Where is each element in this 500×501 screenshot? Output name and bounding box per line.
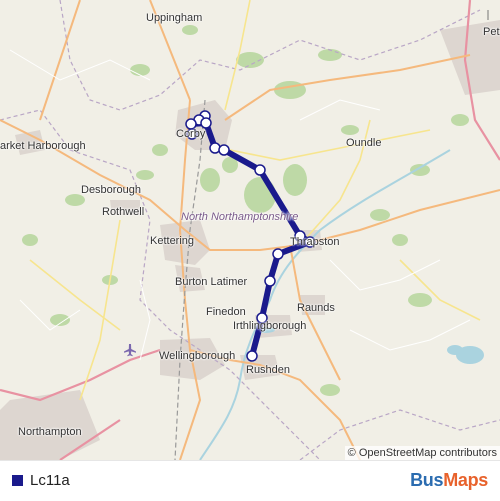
place-label-oundle: Oundle <box>346 137 382 149</box>
place-label-raunds: Raunds <box>297 302 335 314</box>
logo-text-maps: Maps <box>443 470 488 490</box>
bus-stop-marker[interactable] <box>200 117 212 129</box>
legend-bar: Lc11a BusMaps <box>0 460 500 501</box>
logo-text-bus: Bus <box>410 470 444 490</box>
map-base <box>0 0 500 460</box>
place-label-burton-latimer: Burton Latimer <box>175 276 248 288</box>
attribution-link[interactable]: OpenStreetMap contributors <box>359 447 497 459</box>
bus-stop-marker[interactable] <box>264 275 276 287</box>
place-label-market-harborough: arket Harborough <box>0 140 86 152</box>
place-label-corby: Corby <box>176 128 206 140</box>
map-viewport[interactable]: Uppingham Pet Corby arket Harborough Oun… <box>0 0 500 460</box>
place-label-wellingborough: Wellingborough <box>159 350 236 362</box>
route-color-swatch <box>12 475 23 486</box>
bus-stop-marker[interactable] <box>272 248 284 260</box>
bus-stop-marker[interactable] <box>246 350 258 362</box>
place-label-finedon: Finedon <box>206 306 246 318</box>
bus-stop-marker[interactable] <box>218 144 230 156</box>
bus-stop-marker[interactable] <box>254 164 266 176</box>
place-label-north-northamptonshire: North Northamptonshire <box>181 211 299 223</box>
place-label-rushden: Rushden <box>246 364 291 376</box>
place-label-thrapston: Thrapston <box>290 236 340 248</box>
place-label-northampton: Northampton <box>18 426 82 438</box>
place-label-uppingham: Uppingham <box>146 12 203 24</box>
map-attribution[interactable]: © OpenStreetMap contributors <box>344 446 500 460</box>
place-label-rothwell: Rothwell <box>102 206 145 218</box>
busmaps-logo[interactable]: BusMaps <box>410 470 488 491</box>
place-label-irthlingborough: Irthlingborough <box>233 320 307 332</box>
place-label-desborough: Desborough <box>81 184 141 196</box>
route-name-label: Lc11a <box>30 472 70 489</box>
copyright-symbol: © <box>347 447 356 459</box>
airplane-icon <box>124 344 136 357</box>
urban-areas <box>0 20 500 460</box>
place-label-kettering: Kettering <box>150 235 195 247</box>
place-label-pet: Pet <box>483 26 500 38</box>
